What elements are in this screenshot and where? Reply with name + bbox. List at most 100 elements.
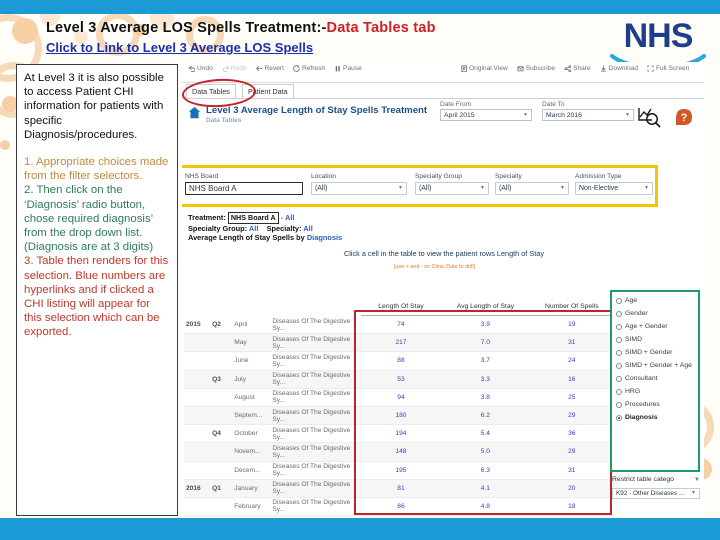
filter-select[interactable]: (All) ▼: [495, 182, 569, 195]
radio-icon[interactable]: [616, 349, 622, 356]
cell-quarter: Q4: [210, 424, 233, 444]
category-option-diagnosis[interactable]: Diagnosis: [616, 411, 698, 424]
download-icon: [600, 65, 606, 72]
category-option-label: SIMD + Gender: [625, 349, 673, 356]
cell-month: June: [232, 351, 271, 371]
category-radio-list: Age Gender Age + Gender SIMD SIMD + Gender SI…: [616, 294, 698, 424]
category-option-age[interactable]: Age: [616, 294, 698, 307]
cell-year: [184, 461, 211, 480]
filter-select[interactable]: (All) ▼: [415, 182, 489, 195]
undo-icon: [188, 65, 195, 72]
radio-icon[interactable]: [616, 297, 622, 304]
category-option-hrg[interactable]: HRG: [616, 385, 698, 398]
toolbar-original-view-button[interactable]: Original View: [460, 65, 508, 72]
help-head-icon[interactable]: ?: [672, 105, 696, 129]
cell-diagnosis: Diseases Of The Digestive Sy...: [270, 479, 361, 498]
home-icon[interactable]: [188, 106, 201, 119]
cell-diagnosis: Diseases Of The Digestive Sy...: [270, 333, 361, 353]
specialty-line: Specialty Group: All Specialty: All: [188, 224, 342, 234]
cell-length-of-stay[interactable]: 85: [360, 515, 442, 517]
cell-month: May: [232, 333, 271, 353]
date-to-value: March 2016: [546, 111, 582, 119]
toolbar-revert-button[interactable]: Revert: [255, 65, 284, 72]
table-row[interactable]: MarchDiseases Of The Digestive Sy...854.…: [184, 515, 614, 517]
category-option-procedures[interactable]: Procedures: [616, 398, 698, 411]
cell-quarter: Q2: [210, 315, 233, 335]
radio-icon[interactable]: [616, 323, 622, 330]
radio-icon[interactable]: [616, 362, 622, 369]
cell-quarter: [210, 442, 233, 462]
date-to-select[interactable]: March 2016 ▼: [542, 109, 634, 121]
category-option-consultant[interactable]: Consultant: [616, 372, 698, 385]
specialty-group-value: All: [248, 223, 259, 233]
category-option-gender[interactable]: Gender: [616, 307, 698, 320]
filter-icon[interactable]: ▼: [694, 477, 700, 483]
treatment-line: Treatment: NHS Board A - All: [188, 212, 342, 224]
toolbar-full-screen-button[interactable]: Full Screen: [647, 65, 689, 72]
cell-avg-length-of-stay[interactable]: 4.7: [441, 515, 530, 517]
category-option-label: Age: [625, 297, 638, 304]
toolbar-pause-button[interactable]: Pause: [334, 65, 362, 72]
restrict-category-value: K92 - Other Diseases ...: [616, 490, 685, 497]
cell-quarter: [210, 515, 233, 517]
restrict-category-select[interactable]: K92 - Other Diseases ... ▼: [612, 488, 700, 499]
date-from-select[interactable]: April 2015 ▼: [440, 109, 532, 121]
cell-diagnosis: Diseases Of The Digestive Sy...: [270, 497, 361, 517]
annotation-note-box: At Level 3 it is also possible to access…: [16, 64, 178, 516]
cell-number-of-spells[interactable]: 18: [529, 515, 614, 517]
radio-icon[interactable]: [616, 401, 622, 408]
toolbar-right-group: Original View Subscribe Share Download Full …: [460, 65, 689, 72]
filter-select[interactable]: Non-Elective ▼: [575, 182, 653, 195]
cell-diagnosis: Diseases Of The Digestive Sy...: [270, 370, 361, 389]
level3-los-spells-link[interactable]: Click to Link to Level 3 Average LOS Spe…: [46, 40, 566, 55]
note-step-2: 2. Then click on the ‘Diagnosis’ radio b…: [24, 184, 154, 254]
category-option-age-gender[interactable]: Age + Gender: [616, 320, 698, 333]
restrict-category-text: Restrict table catego: [612, 476, 674, 483]
radio-icon[interactable]: [616, 414, 622, 421]
filter-specialty: Specialty (All) ▼: [495, 173, 569, 195]
cell-month: Septem...: [232, 406, 271, 426]
cell-quarter: [210, 461, 233, 480]
filter-select[interactable]: (All) ▼: [311, 182, 407, 195]
cell-month: February: [232, 497, 271, 517]
drill-hint: [use + and - on Clinic Date to drill]: [394, 264, 476, 270]
toolbar-item-label: Pause: [343, 65, 362, 72]
page-title: Level 3 Average LOS Spells Treatment:-Da…: [46, 20, 566, 36]
radio-icon[interactable]: [616, 388, 622, 395]
toolbar-share-button[interactable]: Share: [564, 65, 591, 72]
filter-label: Specialty: [495, 173, 522, 180]
toolbar-refresh-button[interactable]: Refresh: [293, 65, 325, 72]
col-diagnosis: [270, 300, 361, 316]
cell-month: August: [232, 388, 271, 407]
filter-nhs-board: NHS Board NHS Board A: [185, 173, 303, 195]
cell-month: Novem...: [232, 442, 271, 462]
radio-icon[interactable]: [616, 336, 622, 343]
toolbar-download-button[interactable]: Download: [600, 65, 638, 72]
filter-value: (All): [499, 185, 512, 192]
filter-select[interactable]: NHS Board A: [185, 182, 303, 195]
toolbar-undo-button[interactable]: Undo: [188, 65, 213, 72]
cell-year: [184, 497, 211, 517]
report-filter-summary: Treatment: NHS Board A - All Specialty G…: [188, 212, 342, 243]
cell-year: [184, 388, 211, 407]
col-quarter: [210, 300, 233, 316]
cell-year: [184, 406, 211, 426]
top-color-band: [0, 0, 720, 14]
category-option-label: Diagnosis: [625, 414, 658, 421]
category-option-simd[interactable]: SIMD: [616, 333, 698, 346]
toolbar-subscribe-button[interactable]: Subscribe: [517, 65, 555, 72]
category-option-simd-gender[interactable]: SIMD + Gender: [616, 346, 698, 359]
treatment-value-chip: NHS Board A: [227, 212, 279, 224]
toolbar-left-group: Undo Redo Revert Refresh Pause: [188, 65, 362, 72]
toolbar-item-label: Full Screen: [656, 65, 690, 72]
chart-search-icon[interactable]: [636, 105, 662, 129]
category-option-simd-gender-age[interactable]: SIMD + Gender + Age: [616, 359, 698, 372]
report-subtitle: Data Tables: [206, 117, 242, 124]
radio-icon[interactable]: [616, 310, 622, 317]
app-tab-row: Data Tables Patient Data: [182, 77, 704, 109]
subscribe-icon: [517, 66, 524, 72]
cell-diagnosis: Diseases Of The Digestive Sy...: [270, 351, 361, 371]
col-year: [184, 300, 211, 316]
category-option-label: Age + Gender: [625, 323, 668, 330]
radio-icon[interactable]: [616, 375, 622, 382]
